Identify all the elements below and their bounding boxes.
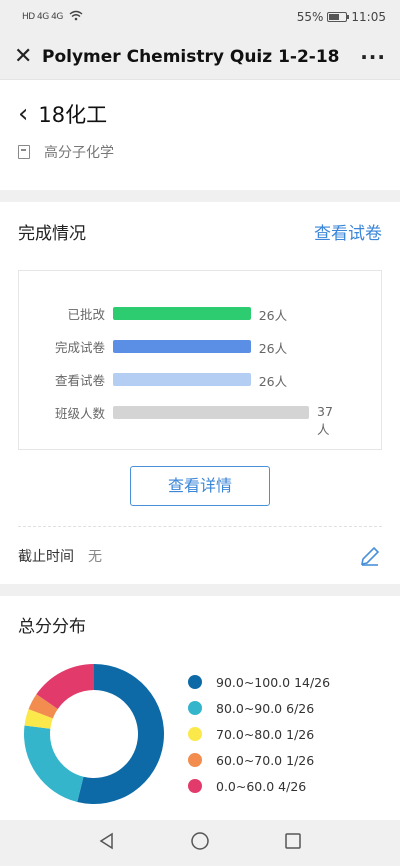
- nav-back-icon[interactable]: [97, 831, 117, 855]
- completion-bar-row: 完成试卷 26人: [37, 330, 381, 363]
- legend-label: 60.0~70.0 1/26: [216, 752, 315, 768]
- signal-icon: HD 4G 4G: [22, 12, 63, 22]
- back-chevron-icon[interactable]: ‹: [18, 101, 28, 127]
- bar-fill: [113, 340, 251, 353]
- bar-value: 26人: [258, 308, 288, 323]
- completion-stats-box: 已批改 26人 完成试卷 26人 查看试卷 26人 班级人数 37人: [18, 270, 382, 450]
- legend-item: 80.0~90.0 6/26: [188, 695, 330, 721]
- legend-color-dot: [188, 701, 202, 715]
- bar-track: 37人: [113, 404, 333, 437]
- battery-icon: [327, 12, 350, 22]
- legend-color-dot: [188, 675, 202, 689]
- system-nav-bar: [0, 820, 400, 866]
- class-name: 18化工: [38, 103, 108, 127]
- bar-label: 班级人数: [54, 406, 105, 421]
- distribution-title: 总分分布: [18, 616, 86, 637]
- score-donut-chart: [23, 664, 164, 804]
- battery-percent: 55%: [296, 10, 324, 24]
- legend-item: 70.0~80.0 1/26: [188, 721, 330, 747]
- bar-label: 已批改: [67, 307, 105, 322]
- clock: 11:05: [351, 10, 386, 24]
- legend-color-dot: [188, 779, 202, 793]
- donut-slice: [23, 725, 84, 802]
- legend-label: 80.0~90.0 6/26: [216, 700, 315, 716]
- section-divider: [0, 584, 400, 596]
- subject-name: 高分子化学: [44, 145, 114, 161]
- bar-label: 完成试卷: [54, 340, 105, 355]
- completion-bar-row: 班级人数 37人: [37, 396, 381, 437]
- completion-bar-row: 已批改 26人: [37, 297, 381, 330]
- nav-recent-icon[interactable]: [283, 831, 303, 855]
- completion-bar-row: 查看试卷 26人: [37, 363, 381, 396]
- view-paper-link[interactable]: 查看试卷: [314, 219, 382, 244]
- view-details-button[interactable]: 查看详情: [130, 466, 270, 506]
- deadline-value: 无: [88, 548, 102, 565]
- edit-pencil-icon[interactable]: [358, 544, 382, 568]
- bar-value: 37人: [317, 404, 333, 437]
- legend-color-dot: [188, 727, 202, 741]
- bar-track: 26人: [113, 307, 309, 323]
- more-options-icon[interactable]: ···: [360, 45, 386, 69]
- nav-home-icon[interactable]: [190, 831, 210, 855]
- legend-label: 0.0~60.0 4/26: [216, 778, 307, 794]
- bar-value: 26人: [258, 374, 288, 389]
- section-divider: [0, 190, 400, 202]
- legend-item: 0.0~60.0 4/26: [188, 773, 330, 799]
- score-distribution-section: 总分分布 90.0~100.0 14/26 80.0~90.0 6/26 70.0~…: [0, 596, 400, 836]
- chart-legend: 90.0~100.0 14/26 80.0~90.0 6/26 70.0~80.0 …: [188, 669, 330, 799]
- status-bar: HD 4G 4G 55% 11:05: [0, 0, 400, 34]
- legend-color-dot: [188, 753, 202, 767]
- bar-value: 26人: [258, 341, 288, 356]
- completion-section: 完成情况 查看试卷 已批改 26人 完成试卷 26人 查看试卷 26人 班级人数 37人 查看…: [0, 202, 400, 584]
- bar-track: 26人: [113, 340, 309, 356]
- deadline-row: 截止时间 无: [18, 526, 382, 584]
- legend-label: 70.0~80.0 1/26: [216, 726, 315, 742]
- bar-label: 查看试卷: [54, 373, 105, 388]
- legend-item: 60.0~70.0 1/26: [188, 747, 330, 773]
- bar-fill: [113, 307, 251, 320]
- page-title: Polymer Chemistry Quiz 1-2-18: [42, 46, 340, 67]
- signal-indicators: HD 4G 4G: [22, 10, 83, 24]
- close-icon[interactable]: ✕: [14, 45, 40, 68]
- legend-item: 90.0~100.0 14/26: [188, 669, 330, 695]
- bar-fill: [113, 406, 309, 419]
- bar-fill: [113, 373, 251, 386]
- deadline-label: 截止时间: [18, 548, 74, 565]
- completion-title: 完成情况: [18, 223, 86, 244]
- title-bar: ✕ Polymer Chemistry Quiz 1-2-18 ···: [0, 34, 400, 80]
- document-icon: [18, 145, 30, 159]
- course-header: ‹ 18化工 高分子化学: [0, 80, 400, 190]
- legend-label: 90.0~100.0 14/26: [216, 674, 331, 690]
- bar-track: 26人: [113, 373, 309, 389]
- wifi-icon: [69, 10, 83, 24]
